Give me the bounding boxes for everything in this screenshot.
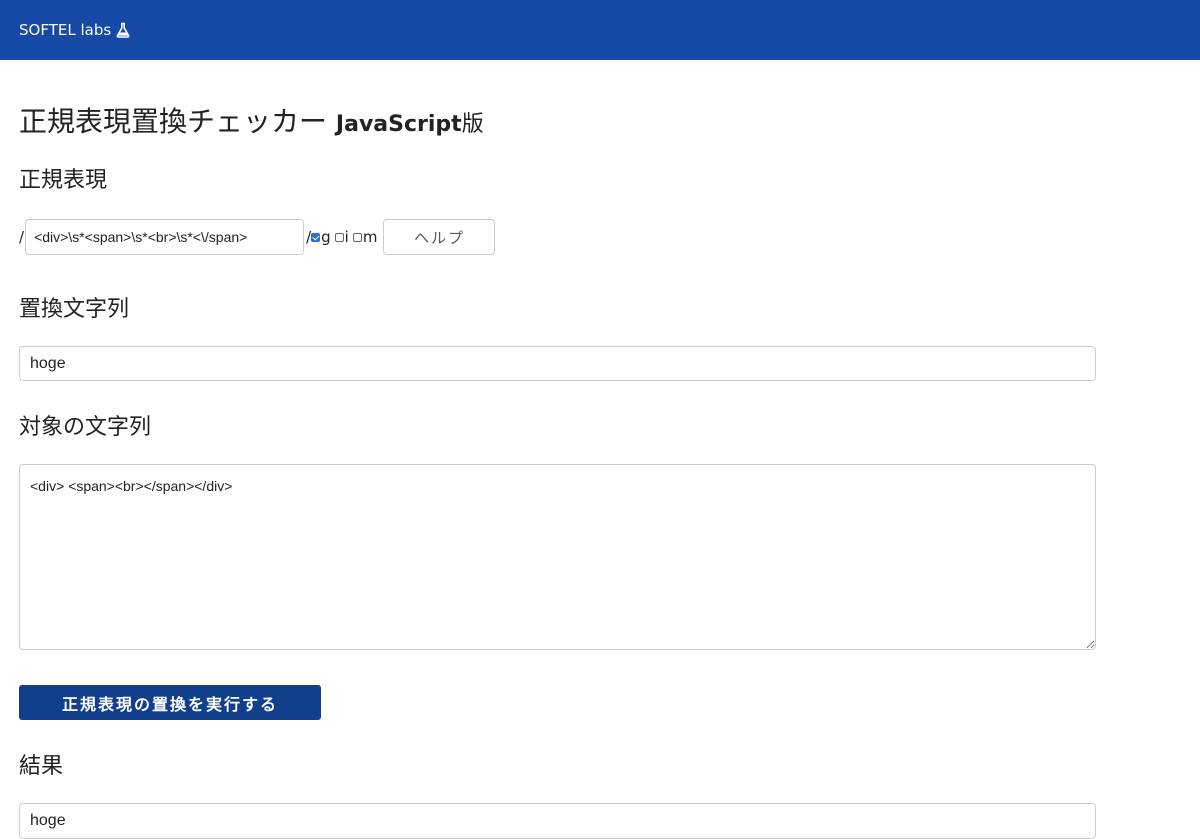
target-textarea[interactable]: <div> <span><br></span></div> [19,464,1096,650]
regex-pattern-input[interactable] [25,219,305,255]
regex-row: / / g i m ヘルプ [19,219,496,255]
target-heading: 対象の文字列 [19,415,152,440]
flag-i-label: i [344,228,349,246]
flag-i-checkbox[interactable]: i [334,228,349,246]
replacement-input[interactable] [19,346,1096,381]
top-navbar: SOFTEL labs [0,0,1200,60]
help-button[interactable]: ヘルプ [383,219,496,255]
flag-i-box[interactable] [334,232,344,242]
brand-link[interactable]: SOFTEL labs [19,21,131,39]
run-replace-button[interactable]: 正規表現の置換を実行する [19,685,321,720]
flag-m-box[interactable] [352,232,362,242]
replacement-heading: 置換文字列 [19,297,130,322]
flag-g-checkbox[interactable]: g [311,228,331,246]
result-heading: 結果 [19,754,64,779]
page-title-main: 正規表現置換チェッカー [19,105,328,138]
flag-g-label: g [321,228,331,246]
regex-heading: 正規表現 [19,168,108,193]
flag-m-label: m [362,228,378,246]
flask-icon [116,22,130,38]
regex-open-slash: / [19,228,25,246]
page-title: 正規表現置換チェッカー JavaScript版 [19,102,484,145]
page-title-sub: JavaScript [335,112,462,137]
flag-g-box[interactable] [311,232,321,242]
result-output[interactable] [19,803,1096,839]
brand-label: SOFTEL labs [19,21,112,39]
flag-m-checkbox[interactable]: m [352,228,378,246]
page-title-suffix: 版 [461,112,484,137]
